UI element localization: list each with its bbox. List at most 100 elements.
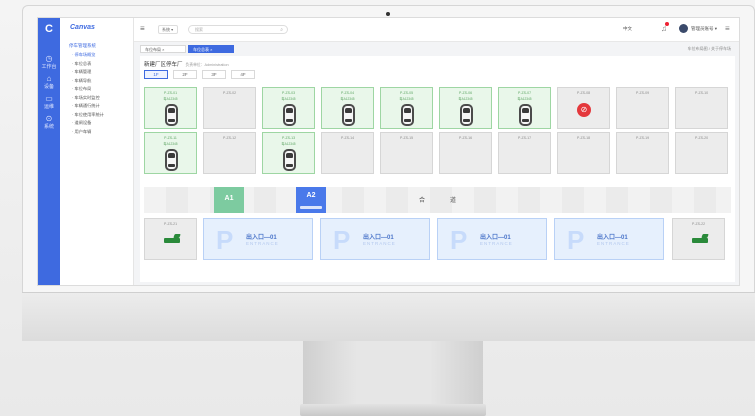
plate-number: 粤A12345 <box>340 97 355 101</box>
floor-tab[interactable]: 3F <box>202 70 226 79</box>
parking-spot[interactable]: P-ZS-03 粤A12345 <box>262 87 315 129</box>
entrance-en: ENTRANCE <box>597 241 630 246</box>
zone-a2-tag <box>300 206 322 209</box>
language-switch[interactable]: 中文 <box>623 26 632 32</box>
settings-icon: ⊙ <box>45 114 53 123</box>
menu-item[interactable]: · 车位使用率统计 <box>72 111 104 120</box>
entrance-en: ENTRANCE <box>363 241 396 246</box>
top-bar: ≡ 系统 ▾ 搜索 ⌕ 中文 ♫ 管理员账号 ▾ ≡ <box>134 18 739 42</box>
search-icon: ⌕ <box>280 27 283 33</box>
parking-spot[interactable]: P-ZS-05 粤A12345 <box>380 87 433 129</box>
entrance-en: ENTRANCE <box>246 241 279 246</box>
tab-layout[interactable]: 车位布局 × <box>140 45 186 53</box>
brand-logo-icon[interactable]: C <box>43 23 55 35</box>
parking-p-icon: P <box>450 225 468 255</box>
rail-item-dashboard[interactable]: ◷ 工作台 <box>41 54 57 70</box>
parking-spot[interactable]: P-ZS-18 <box>557 132 610 174</box>
parking-spot[interactable]: P-ZS-09 <box>616 87 669 129</box>
rail-label: 设备 <box>43 84 54 90</box>
menu-item[interactable]: · 车辆通行统计 <box>72 102 104 111</box>
entrance-name: 出入口—01 <box>363 235 394 241</box>
rail-item-system[interactable]: ⊙ 系统 <box>41 114 57 130</box>
parking-spot[interactable]: P-ZS-11 粤A12345 <box>144 132 197 174</box>
menu-item[interactable]: · 用户车辆 <box>72 128 104 137</box>
camera-dot <box>386 12 390 16</box>
parking-spot[interactable]: P-ZS-13 粤A12345 <box>262 132 315 174</box>
parking-spot[interactable]: P-ZS-10 <box>675 87 728 129</box>
brand-name: Canvas <box>70 24 95 31</box>
parking-spot[interactable]: P-ZS-04 粤A12345 <box>321 87 374 129</box>
car-icon <box>165 104 178 126</box>
menu-item[interactable]: · 车位布局 <box>72 85 104 94</box>
spot-id: P-ZS-16 <box>458 136 473 140</box>
menu-list: · 停车场概览 · 车位总表 · 车辆管理 · 车辆导航 · 车位布局 · 车场实时监控 ·… <box>72 51 104 136</box>
parking-p-icon: P <box>216 225 234 255</box>
spot-id: P-ZS-19 <box>635 136 650 140</box>
search-input[interactable]: 搜索 ⌕ <box>188 25 288 34</box>
entrance-name: 出入口—01 <box>246 235 277 241</box>
search-placeholder: 搜索 <box>195 27 203 32</box>
rail-item-ops[interactable]: ▭ 运维 <box>41 94 57 110</box>
spot-id: P-ZS-02 <box>222 91 237 95</box>
gate-left[interactable]: P-ZS-21 <box>144 218 197 260</box>
barrier-gate-icon <box>692 238 708 243</box>
spot-id: P-ZS-20 <box>694 136 709 140</box>
parking-spot[interactable]: P-ZS-07 粤A12345 <box>498 87 551 129</box>
plate-number: 粤A12345 <box>281 97 296 101</box>
alarm-icon: ⊘ <box>577 103 591 117</box>
floor-tab[interactable]: 1F <box>144 70 168 79</box>
zone-a2-label: A2 <box>306 192 316 199</box>
more-icon[interactable]: ≡ <box>725 24 730 33</box>
menu-item[interactable]: · 停车场概览 <box>72 51 104 60</box>
parking-spot[interactable]: P-ZS-19 <box>616 132 669 174</box>
parking-spot[interactable]: P-ZS-12 <box>203 132 256 174</box>
spot-id: P-ZS-13 <box>281 136 296 140</box>
product-mockup: C ◷ 工作台 ⌂ 设备 ▭ 运维 ⊙ 系统 Canvas 停车管理系统 · 停车场概览… <box>0 0 755 416</box>
parking-spot[interactable]: P-ZS-14 <box>321 132 374 174</box>
rail-label: 系统 <box>43 124 54 130</box>
menu-item[interactable]: · 车辆管理 <box>72 68 104 77</box>
floor-tab[interactable]: 2F <box>173 70 197 79</box>
plate-number: 粤A12345 <box>517 97 532 101</box>
parking-spot[interactable]: P-ZS-02 <box>203 87 256 129</box>
zone-a1[interactable]: A1 <box>214 187 244 213</box>
entrance-card[interactable]: P 出入口—01 ENTRANCE <box>203 218 313 260</box>
parking-spot[interactable]: P-ZS-17 <box>498 132 551 174</box>
parking-spot[interactable]: P-ZS-16 <box>439 132 492 174</box>
user-menu[interactable]: 管理员账号 ▾ <box>691 26 717 32</box>
entrance-card[interactable]: P 出入口—01 ENTRANCE <box>437 218 547 260</box>
car-icon <box>519 104 532 126</box>
menu-item[interactable]: · 道闸设备 <box>72 119 104 128</box>
notification-badge <box>665 22 669 26</box>
hamburger-icon[interactable]: ≡ <box>140 25 145 33</box>
entrance-name: 出入口—01 <box>597 235 628 241</box>
zone-a2[interactable]: A2 <box>296 187 326 213</box>
tab-spots[interactable]: 车位总表 × <box>188 45 234 53</box>
spot-id: P-ZS-07 <box>517 91 532 95</box>
spot-id: P-ZS-18 <box>576 136 591 140</box>
monitor-stand <box>303 341 483 407</box>
icon-rail: C ◷ 工作台 ⌂ 设备 ▭ 运维 ⊙ 系统 <box>38 18 60 285</box>
parking-spot[interactable]: P-ZS-06 粤A12345 <box>439 87 492 129</box>
parking-spot[interactable]: P-ZS-15 <box>380 132 433 174</box>
spot-id: P-ZS-11 <box>164 136 177 140</box>
gate-right[interactable]: P-ZS-22 <box>672 218 725 260</box>
entrance-card[interactable]: P 出入口—01 ENTRANCE <box>320 218 430 260</box>
spot-id: P-ZS-17 <box>517 136 532 140</box>
menu-group-title[interactable]: 停车管理系统 <box>69 43 96 49</box>
menu-item[interactable]: · 车辆导航 <box>72 77 104 86</box>
menu-item[interactable]: · 车场实时监控 <box>72 94 104 103</box>
car-icon <box>283 104 296 126</box>
scope-select[interactable]: 系统 ▾ <box>158 25 178 34</box>
spot-id: P-ZS-01 <box>163 91 178 95</box>
floor-tab[interactable]: 4F <box>231 70 255 79</box>
entrance-card[interactable]: P 出入口—01 ENTRANCE <box>554 218 664 260</box>
menu-item[interactable]: · 车位总表 <box>72 60 104 69</box>
avatar[interactable] <box>679 24 688 33</box>
entrance-en: ENTRANCE <box>480 241 513 246</box>
parking-spot[interactable]: P-ZS-20 <box>675 132 728 174</box>
parking-spot[interactable]: P-ZS-08 ⊘ <box>557 87 610 129</box>
rail-item-device[interactable]: ⌂ 设备 <box>41 74 57 90</box>
spot-id: P-ZS-04 <box>340 91 355 95</box>
parking-spot[interactable]: P-ZS-01 粤A12345 <box>144 87 197 129</box>
